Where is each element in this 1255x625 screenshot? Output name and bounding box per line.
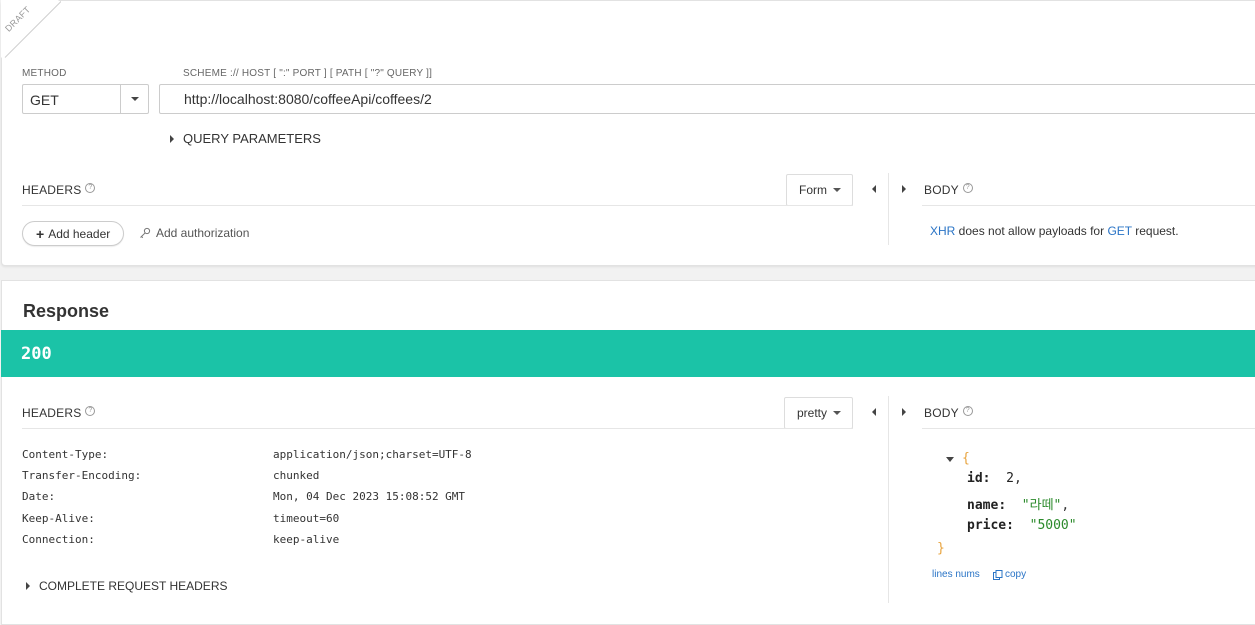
get-link[interactable]: GET xyxy=(1107,224,1131,238)
header-value: chunked xyxy=(273,469,320,482)
header-value: timeout=60 xyxy=(273,512,340,525)
response-collapse-right-button[interactable] xyxy=(898,406,910,418)
request-body-label: BODY xyxy=(924,183,959,197)
complete-request-headers-label: COMPLETE REQUEST HEADERS xyxy=(39,579,228,593)
request-body-title: BODY? xyxy=(924,183,973,198)
response-headers-divider xyxy=(22,428,853,429)
header-name: Keep-Alive: xyxy=(22,512,95,525)
response-body-divider xyxy=(922,428,1255,429)
xhr-link[interactable]: XHR xyxy=(930,224,955,238)
arrow-left-icon xyxy=(872,408,876,416)
header-value: application/json;charset=UTF-8 xyxy=(273,448,472,461)
expand-arrow-icon xyxy=(170,134,174,143)
copy-label: copy xyxy=(1005,569,1027,580)
json-field: name: "라떼", xyxy=(967,498,1070,513)
json-comma: , xyxy=(1013,471,1022,486)
method-value: GET xyxy=(30,92,59,108)
header-name: Connection: xyxy=(22,533,95,546)
complete-request-headers-toggle[interactable]: COMPLETE REQUEST HEADERS xyxy=(26,579,227,593)
json-open-brace: { xyxy=(962,451,970,466)
json-value: 2 xyxy=(1006,471,1014,486)
response-title: Response xyxy=(23,301,110,321)
add-authorization-label: Add authorization xyxy=(156,226,250,240)
help-icon[interactable]: ? xyxy=(85,406,96,416)
response-panel: Response 200 HEADERS? pretty BODY? Conte… xyxy=(1,280,1255,625)
query-parameters-label: QUERY PARAMETERS xyxy=(183,131,321,146)
arrow-left-icon xyxy=(872,185,876,193)
response-body-title: BODY? xyxy=(924,406,973,421)
help-icon[interactable]: ? xyxy=(962,406,973,416)
collapse-left-button[interactable] xyxy=(868,183,880,195)
add-header-label: Add header xyxy=(48,226,111,241)
key-icon xyxy=(140,227,151,239)
add-authorization-link[interactable]: Add authorization xyxy=(139,226,249,240)
draft-ribbon: DRAFT xyxy=(1,0,61,60)
payload-message-end: request. xyxy=(1131,224,1179,238)
panel-divider xyxy=(888,173,889,245)
response-headers-label: HEADERS xyxy=(22,406,82,420)
method-select[interactable]: GET xyxy=(22,84,149,114)
collapse-right-button[interactable] xyxy=(898,183,910,195)
response-headers-mode-value: pretty xyxy=(797,406,828,420)
copy-link[interactable]: copy xyxy=(993,569,1026,580)
query-parameters-toggle[interactable]: QUERY PARAMETERS xyxy=(170,131,321,146)
request-headers-label: HEADERS xyxy=(22,183,82,197)
url-format-label: SCHEME :// HOST [ ":" PORT ] [ PATH [ "?… xyxy=(183,68,433,79)
lines-nums-link[interactable]: lines nums xyxy=(932,569,980,580)
arrow-right-icon xyxy=(902,408,906,416)
json-key: id xyxy=(967,471,983,486)
body-divider xyxy=(922,205,1255,206)
help-icon[interactable]: ? xyxy=(85,183,96,193)
request-headers-title: HEADERS? xyxy=(22,183,96,198)
request-panel: DRAFT METHOD GET SCHEME :// HOST [ ":" P… xyxy=(1,0,1255,266)
collapse-json-toggle-icon[interactable] xyxy=(946,457,954,462)
headers-divider xyxy=(22,205,853,206)
json-field: id: 2, xyxy=(967,471,1022,486)
payload-message: XHR does not allow payloads for GET requ… xyxy=(930,224,1179,238)
status-code: 200 xyxy=(21,344,52,364)
chevron-down-icon xyxy=(833,411,842,415)
add-header-button[interactable]: + Add header xyxy=(22,221,124,246)
response-panel-divider xyxy=(888,396,889,603)
payload-message-text: does not allow payloads for xyxy=(955,224,1108,238)
response-headers-title: HEADERS? xyxy=(22,406,96,421)
response-collapse-left-button[interactable] xyxy=(868,406,880,418)
json-key: price xyxy=(967,518,1007,533)
method-dropdown-toggle[interactable] xyxy=(120,85,148,113)
expand-arrow-icon xyxy=(26,582,30,590)
response-headers-mode-dropdown[interactable]: pretty xyxy=(784,397,853,429)
chevron-down-icon xyxy=(833,188,841,192)
status-bar: 200 xyxy=(1,330,1255,377)
arrow-right-icon xyxy=(902,185,906,193)
json-key: name xyxy=(967,498,999,513)
json-field: price: "5000" xyxy=(967,518,1077,533)
json-comma: , xyxy=(1061,498,1070,513)
headers-mode-value: Form xyxy=(799,183,827,197)
json-value: "5000" xyxy=(1029,518,1077,533)
header-name: Content-Type: xyxy=(22,448,109,461)
help-icon[interactable]: ? xyxy=(962,183,973,193)
url-input[interactable] xyxy=(159,84,1255,114)
chevron-down-icon xyxy=(131,97,139,101)
json-close-brace: } xyxy=(937,541,945,556)
header-name: Transfer-Encoding: xyxy=(22,469,142,482)
copy-icon xyxy=(993,569,1003,580)
response-body-label: BODY xyxy=(924,406,959,420)
json-value: "라떼" xyxy=(1021,498,1062,513)
header-name: Date: xyxy=(22,490,56,503)
headers-mode-dropdown[interactable]: Form xyxy=(786,174,853,206)
header-value: keep-alive xyxy=(273,533,340,546)
method-label: METHOD xyxy=(22,68,67,79)
plus-icon: + xyxy=(36,225,45,242)
header-value: Mon, 04 Dec 2023 15:08:52 GMT xyxy=(273,490,466,503)
